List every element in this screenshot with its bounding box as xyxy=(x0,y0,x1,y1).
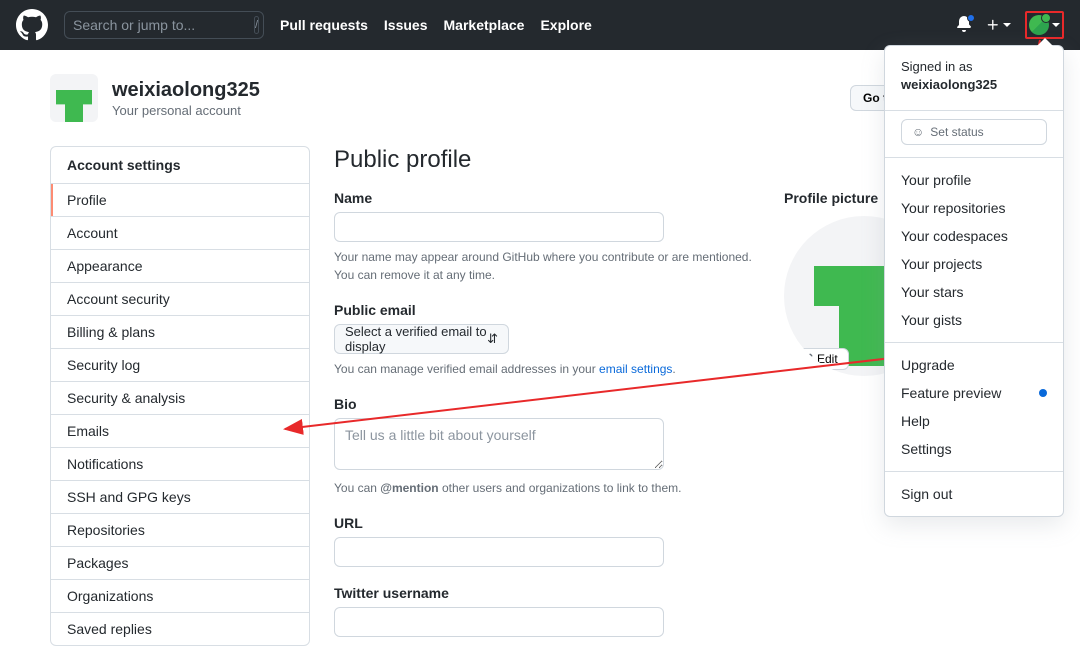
sidebar-item-billing[interactable]: Billing & plans xyxy=(51,316,309,349)
email-settings-link[interactable]: email settings xyxy=(599,362,672,376)
search-box[interactable]: / xyxy=(64,11,264,39)
nav-pull-requests[interactable]: Pull requests xyxy=(280,17,368,33)
nav-marketplace[interactable]: Marketplace xyxy=(444,17,525,33)
dropdown-your-profile[interactable]: Your profile xyxy=(885,166,1063,194)
twitter-label: Twitter username xyxy=(334,585,754,601)
dropdown-feature-preview[interactable]: Feature preview xyxy=(885,379,1063,407)
sidebar-item-account[interactable]: Account xyxy=(51,217,309,250)
caret-down-icon xyxy=(1003,23,1011,27)
dropdown-upgrade[interactable]: Upgrade xyxy=(885,351,1063,379)
email-note: You can manage verified email addresses … xyxy=(334,360,754,378)
bio-note: You can @mention other users and organiz… xyxy=(334,479,754,497)
sidebar-header: Account settings xyxy=(51,147,309,184)
sidebar-item-security-log[interactable]: Security log xyxy=(51,349,309,382)
sidebar-item-appearance[interactable]: Appearance xyxy=(51,250,309,283)
profile-subtitle: Your personal account xyxy=(112,103,260,118)
feature-dot-icon xyxy=(1039,389,1047,397)
sidebar-item-organizations[interactable]: Organizations xyxy=(51,580,309,613)
pencil-icon xyxy=(801,353,813,365)
signed-in-label: Signed in as weixiaolong325 xyxy=(885,54,1063,102)
dropdown-your-gists[interactable]: Your gists xyxy=(885,306,1063,334)
bio-label: Bio xyxy=(334,396,754,412)
notifications-icon[interactable] xyxy=(956,16,972,35)
profile-avatar xyxy=(50,74,98,122)
github-logo-icon[interactable] xyxy=(16,9,48,41)
user-dropdown-menu: Signed in as weixiaolong325 ☺ Set status… xyxy=(884,45,1064,517)
avatar-icon xyxy=(1029,15,1049,35)
nav-issues[interactable]: Issues xyxy=(384,17,428,33)
profile-username-heading: weixiaolong325 xyxy=(112,78,260,103)
edit-picture-button[interactable]: Edit xyxy=(790,348,849,370)
name-note: Your name may appear around GitHub where… xyxy=(334,248,754,284)
smiley-icon: ☺ xyxy=(912,125,924,139)
twitter-input[interactable] xyxy=(334,607,664,637)
sidebar-item-saved-replies[interactable]: Saved replies xyxy=(51,613,309,645)
settings-sidebar: Account settings Profile Account Appeara… xyxy=(50,146,310,646)
nav-explore[interactable]: Explore xyxy=(540,17,591,33)
url-label: URL xyxy=(334,515,754,531)
set-status-button[interactable]: ☺ Set status xyxy=(901,119,1047,145)
header-nav: Pull requests Issues Marketplace Explore xyxy=(280,17,592,33)
slash-key-hint: / xyxy=(254,16,259,34)
sidebar-item-emails[interactable]: Emails xyxy=(51,415,309,448)
dropdown-settings[interactable]: Settings xyxy=(885,435,1063,463)
email-select-value: Select a verified email to display xyxy=(345,324,487,354)
name-label: Name xyxy=(334,190,754,206)
select-caret-icon: ⇵ xyxy=(487,331,498,347)
sidebar-item-profile[interactable]: Profile xyxy=(51,184,309,217)
sidebar-item-ssh-gpg-keys[interactable]: SSH and GPG keys xyxy=(51,481,309,514)
bio-textarea[interactable] xyxy=(334,418,664,470)
create-new-menu[interactable] xyxy=(986,18,1011,32)
sidebar-item-notifications[interactable]: Notifications xyxy=(51,448,309,481)
sidebar-item-account-security[interactable]: Account security xyxy=(51,283,309,316)
url-input[interactable] xyxy=(334,537,664,567)
sidebar-item-repositories[interactable]: Repositories xyxy=(51,514,309,547)
dropdown-sign-out[interactable]: Sign out xyxy=(885,480,1063,508)
dropdown-your-stars[interactable]: Your stars xyxy=(885,278,1063,306)
dropdown-your-codespaces[interactable]: Your codespaces xyxy=(885,222,1063,250)
search-input[interactable] xyxy=(73,17,254,33)
dropdown-your-repositories[interactable]: Your repositories xyxy=(885,194,1063,222)
email-select[interactable]: Select a verified email to display ⇵ xyxy=(334,324,509,354)
user-avatar-menu[interactable] xyxy=(1025,11,1064,39)
dropdown-help[interactable]: Help xyxy=(885,407,1063,435)
sidebar-item-packages[interactable]: Packages xyxy=(51,547,309,580)
global-header: / Pull requests Issues Marketplace Explo… xyxy=(0,0,1080,50)
dropdown-your-projects[interactable]: Your projects xyxy=(885,250,1063,278)
name-input[interactable] xyxy=(334,212,664,242)
notification-dot-icon xyxy=(967,14,975,22)
email-label: Public email xyxy=(334,302,754,318)
sidebar-item-security-analysis[interactable]: Security & analysis xyxy=(51,382,309,415)
caret-down-icon xyxy=(1052,23,1060,27)
